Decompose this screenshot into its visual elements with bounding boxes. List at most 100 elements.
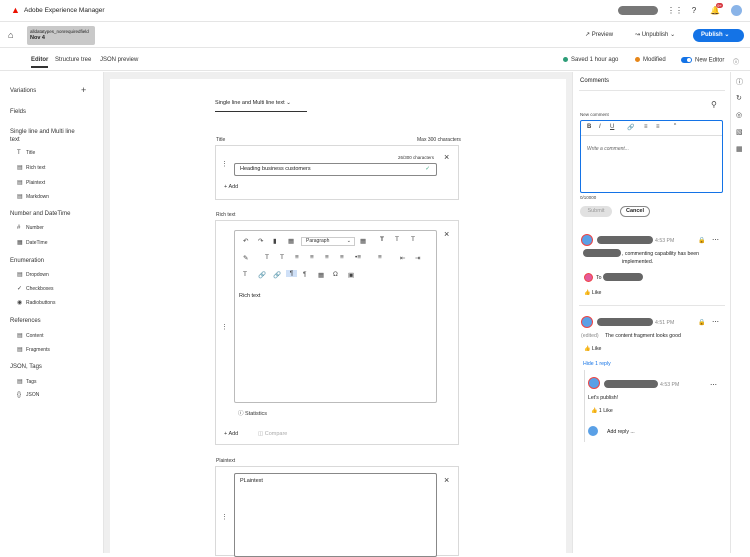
layout-icon[interactable]: ▦ bbox=[736, 145, 743, 153]
globe-icon[interactable]: ◎ bbox=[736, 111, 742, 119]
cancel-button[interactable]: Cancel bbox=[620, 206, 650, 217]
add-reply-input[interactable]: Add reply ... bbox=[607, 429, 635, 435]
field-item[interactable]: ▤ Fragments bbox=[17, 346, 50, 353]
org-switcher[interactable] bbox=[618, 6, 658, 15]
link-icon[interactable]: 🔗 bbox=[627, 124, 634, 131]
close-icon[interactable]: × bbox=[444, 475, 449, 485]
preview-icon: ↗ bbox=[585, 32, 592, 38]
preview-button[interactable]: ↗ Preview bbox=[585, 31, 613, 38]
history-icon[interactable]: ↻ bbox=[736, 94, 742, 102]
publish-button[interactable]: Publish ⌄ bbox=[693, 29, 744, 42]
richtext-editor[interactable]: ↶ ↷ ▮ ▦ Paragraph ⌄ ▦ T T T ✎ T T ≡ ≡ ≡ ≡… bbox=[234, 230, 437, 403]
indent-icon[interactable]: ⇥ bbox=[415, 254, 420, 262]
field-item[interactable]: ◉ Radiobuttons bbox=[17, 299, 55, 306]
drag-handle-icon[interactable]: ⋮ bbox=[221, 323, 228, 331]
field-item[interactable]: # Number bbox=[17, 225, 44, 231]
apps-grid-icon[interactable]: ⋮⋮ bbox=[667, 5, 683, 17]
special-char-icon[interactable]: Ω bbox=[333, 271, 338, 278]
subscript-icon[interactable]: T bbox=[265, 254, 269, 261]
comment-icon[interactable]: ▧ bbox=[736, 128, 743, 136]
hide-reply-link[interactable]: Hide 1 reply bbox=[583, 361, 611, 367]
table-icon[interactable]: ▦ bbox=[360, 237, 366, 245]
like-button[interactable]: 👍 1 Like bbox=[591, 408, 613, 414]
field-item[interactable]: ▤ Rich text bbox=[17, 164, 45, 171]
field-item[interactable]: ▤ Tags bbox=[17, 378, 37, 385]
bullet-list-icon[interactable]: ≡ bbox=[644, 124, 648, 130]
field-item[interactable]: ▤ Content bbox=[17, 332, 44, 339]
undo-icon[interactable]: ↶ bbox=[243, 237, 248, 245]
field-item[interactable]: ✓ Checkboxes bbox=[17, 285, 54, 292]
title-input[interactable]: Heading business customers ✓ bbox=[234, 163, 437, 176]
bullet-list-icon[interactable]: •≡ bbox=[355, 254, 361, 261]
tab-json-preview[interactable]: JSON preview bbox=[100, 57, 138, 63]
preview-label: Preview bbox=[591, 32, 614, 38]
drag-handle-icon[interactable]: ⋮ bbox=[221, 160, 228, 168]
more-icon[interactable]: ⋯ bbox=[712, 318, 719, 326]
justify-icon[interactable]: ≡ bbox=[340, 254, 344, 261]
close-icon[interactable]: × bbox=[444, 152, 449, 162]
outdent-icon[interactable]: ⇤ bbox=[400, 254, 405, 262]
superscript-icon[interactable]: T bbox=[280, 254, 284, 261]
paragraph-select[interactable]: Paragraph ⌄ bbox=[301, 237, 355, 246]
info-icon[interactable]: ⓘ bbox=[733, 57, 739, 66]
add-button[interactable]: + Add bbox=[224, 184, 238, 190]
info-icon[interactable]: ⓘ bbox=[736, 77, 743, 87]
like-button[interactable]: 👍 Like bbox=[584, 346, 601, 352]
plaintext-input[interactable]: PLaintext bbox=[234, 473, 437, 557]
field-item[interactable]: ▤ Markdown bbox=[17, 193, 49, 200]
align-left-icon[interactable]: ≡ bbox=[295, 254, 299, 261]
home-icon[interactable]: ⌂ bbox=[8, 30, 13, 40]
like-button[interactable]: 👍 Like bbox=[584, 290, 601, 296]
help-icon[interactable]: ? bbox=[688, 5, 700, 17]
link-icon[interactable]: 🔗 bbox=[258, 271, 266, 279]
numbered-list-icon[interactable]: ≡ bbox=[656, 124, 660, 130]
bold-icon[interactable]: B bbox=[587, 124, 591, 130]
field-item[interactable]: ▤ Dropdown bbox=[17, 271, 49, 278]
drag-handle-icon[interactable]: ⋮ bbox=[221, 513, 228, 521]
unpublish-button[interactable]: ↝ Unpublish ⌄ bbox=[635, 31, 675, 38]
unlink-icon[interactable]: 🔗 bbox=[273, 271, 281, 279]
field-item[interactable]: T Title bbox=[17, 150, 35, 156]
search-icon[interactable]: ⚲ bbox=[711, 100, 717, 109]
comment-editor[interactable]: B I U 🔗 ≡ ≡ “ Write a comment... bbox=[580, 120, 723, 193]
fullscreen-icon[interactable]: ▣ bbox=[348, 271, 354, 279]
text-direction-icon[interactable]: T bbox=[243, 271, 247, 278]
richtext-label: Rich text bbox=[216, 212, 236, 218]
compare-button[interactable]: ◫ Compare bbox=[258, 431, 287, 437]
more-icon[interactable]: ⋯ bbox=[710, 381, 717, 389]
numbered-list-icon[interactable]: ≡ bbox=[378, 254, 382, 261]
clipboard-icon[interactable]: ▮ bbox=[273, 237, 277, 245]
underline-icon[interactable]: U bbox=[610, 124, 614, 130]
close-icon[interactable]: × bbox=[444, 229, 449, 239]
new-editor-toggle[interactable]: New Editor bbox=[681, 57, 724, 64]
user-avatar[interactable] bbox=[731, 5, 742, 16]
submit-button[interactable]: Submit bbox=[580, 206, 612, 217]
more-icon[interactable]: ⋯ bbox=[712, 236, 719, 244]
comments-title: Comments bbox=[580, 78, 610, 84]
format-icon[interactable]: ¶ bbox=[286, 270, 297, 277]
comment-time: 4:51 PM bbox=[655, 320, 675, 326]
quote-icon[interactable]: “ bbox=[674, 123, 676, 130]
tab-editor[interactable]: Editor bbox=[31, 57, 49, 68]
font-style-icon[interactable]: T bbox=[395, 236, 399, 243]
add-variation-icon[interactable]: + bbox=[81, 85, 86, 95]
field-item[interactable]: ▦ DateTime bbox=[17, 239, 48, 246]
toggle-switch[interactable] bbox=[681, 57, 692, 63]
align-right-icon[interactable]: ≡ bbox=[325, 254, 329, 261]
highlight-icon[interactable]: ✎ bbox=[243, 254, 248, 262]
font-size-icon[interactable]: T bbox=[380, 236, 384, 243]
statistics-toggle[interactable]: ⓘ Statistics bbox=[238, 409, 267, 417]
italic-icon[interactable]: I bbox=[599, 124, 601, 130]
redo-icon[interactable]: ↷ bbox=[258, 237, 263, 245]
field-filter-dropdown[interactable]: Single line and Multi line text ⌄ bbox=[215, 100, 307, 112]
paste-icon[interactable]: ▦ bbox=[288, 237, 294, 245]
add-button[interactable]: + Add bbox=[224, 431, 238, 437]
paragraph-mark-icon[interactable]: ¶ bbox=[303, 271, 307, 278]
tab-structure-tree[interactable]: Structure tree bbox=[55, 57, 91, 63]
image-icon[interactable]: ▦ bbox=[318, 271, 324, 279]
field-item[interactable]: ▤ Plaintext bbox=[17, 179, 45, 186]
align-center-icon[interactable]: ≡ bbox=[310, 254, 314, 261]
notification-badge: 9+ bbox=[716, 3, 723, 8]
clear-format-icon[interactable]: T bbox=[411, 236, 415, 243]
field-item[interactable]: {} JSON bbox=[17, 392, 39, 398]
